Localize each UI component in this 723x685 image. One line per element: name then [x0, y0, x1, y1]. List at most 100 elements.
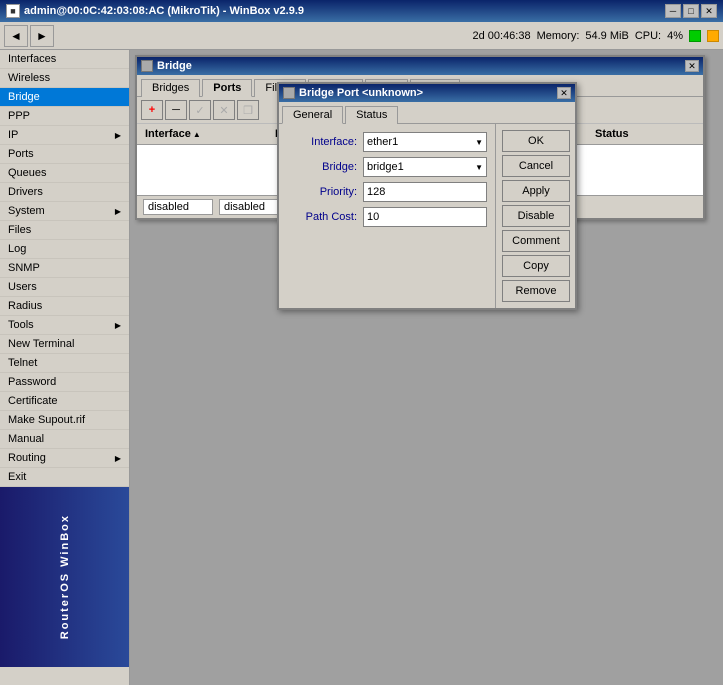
sidebar-item-ip[interactable]: IP ▶: [0, 126, 129, 145]
sidebar-item-radius[interactable]: Radius: [0, 297, 129, 316]
bridge-label: Bridge:: [287, 161, 357, 173]
sidebar-item-label: Tools: [8, 319, 34, 331]
apply-button[interactable]: Apply: [502, 180, 570, 202]
close-button[interactable]: ✕: [701, 4, 717, 18]
sidebar-item-label: Drivers: [8, 186, 43, 198]
sidebar-item-new-terminal[interactable]: New Terminal: [0, 335, 129, 354]
brand-area: RouterOS WinBox: [0, 487, 129, 667]
sidebar-item-label: Queues: [8, 167, 47, 179]
copy-button[interactable]: ❒: [237, 100, 259, 120]
sidebar-item-label: Radius: [8, 300, 42, 312]
interface-label: Interface:: [287, 136, 357, 148]
sidebar-arrow-tools: ▶: [115, 321, 121, 330]
sidebar-item-label: IP: [8, 129, 18, 141]
disable-button[interactable]: Disable: [502, 205, 570, 227]
sidebar-item-label: Exit: [8, 471, 26, 483]
sidebar-item-label: Log: [8, 243, 26, 255]
sidebar-item-label: Make Supout.rif: [8, 414, 85, 426]
sidebar-item-exit[interactable]: Exit: [0, 468, 129, 487]
modal-tabs: General Status: [279, 102, 575, 124]
bridge-row: Bridge: bridge1 ▼: [287, 157, 487, 177]
led-green: [689, 30, 701, 42]
ok-button[interactable]: OK: [502, 130, 570, 152]
title-bar: ■ admin@00:0C:42:03:08:AC (MikroTik) - W…: [0, 0, 723, 22]
bridge-window-title: Bridge: [157, 60, 192, 72]
sidebar-item-ports[interactable]: Ports: [0, 145, 129, 164]
sidebar-item-password[interactable]: Password: [0, 373, 129, 392]
sidebar-arrow-ip: ▶: [115, 131, 121, 140]
modal-close-button[interactable]: ✕: [557, 87, 571, 99]
bridge-select[interactable]: bridge1 ▼: [363, 157, 487, 177]
sidebar-arrow-system: ▶: [115, 207, 121, 216]
interface-value: ether1: [367, 136, 398, 148]
pathcost-row: Path Cost: 10: [287, 207, 487, 227]
sidebar-item-label: Interfaces: [8, 53, 56, 65]
sidebar-item-make-supout[interactable]: Make Supout.rif: [0, 411, 129, 430]
modal-tab-status[interactable]: Status: [345, 106, 398, 124]
tab-bridges[interactable]: Bridges: [141, 79, 200, 97]
cross-button[interactable]: ✕: [213, 100, 235, 120]
sidebar-item-routing[interactable]: Routing ▶: [0, 449, 129, 468]
sidebar-item-label: Ports: [8, 148, 34, 160]
bridge-window-close[interactable]: ✕: [685, 60, 699, 72]
cancel-button[interactable]: Cancel: [502, 155, 570, 177]
sidebar-item-label: System: [8, 205, 45, 217]
priority-value: 128: [367, 186, 385, 198]
bridge-window-titlebar: Bridge ✕: [137, 57, 703, 75]
sidebar-item-label: Users: [8, 281, 37, 293]
remove-button[interactable]: ─: [165, 100, 187, 120]
main-layout: Interfaces Wireless Bridge PPP IP ▶ Port…: [0, 50, 723, 685]
memory-label: Memory:: [537, 30, 580, 42]
sidebar-item-label: Bridge: [8, 91, 40, 103]
sidebar-item-drivers[interactable]: Drivers: [0, 183, 129, 202]
th-interface[interactable]: Interface ▲: [141, 126, 271, 142]
bridge-port-modal: Bridge Port <unknown> ✕ General Status I…: [277, 82, 577, 310]
check-button[interactable]: ✓: [189, 100, 211, 120]
app-icon: ■: [6, 4, 20, 18]
sidebar-item-label: Password: [8, 376, 56, 388]
sidebar-item-queues[interactable]: Queues: [0, 164, 129, 183]
priority-row: Priority: 128: [287, 182, 487, 202]
interface-select[interactable]: ether1 ▼: [363, 132, 487, 152]
sidebar-item-system[interactable]: System ▶: [0, 202, 129, 221]
th-status[interactable]: Status: [591, 126, 699, 142]
sidebar-item-users[interactable]: Users: [0, 278, 129, 297]
sidebar-item-telnet[interactable]: Telnet: [0, 354, 129, 373]
add-button[interactable]: +: [141, 100, 163, 120]
back-button[interactable]: ◄: [4, 25, 28, 47]
sidebar-item-manual[interactable]: Manual: [0, 430, 129, 449]
bridge-value: bridge1: [367, 161, 404, 173]
pathcost-value: 10: [367, 211, 379, 223]
priority-input[interactable]: 128: [363, 182, 487, 202]
sidebar-item-log[interactable]: Log: [0, 240, 129, 259]
priority-label: Priority:: [287, 186, 357, 198]
sidebar-item-bridge[interactable]: Bridge: [0, 88, 129, 107]
maximize-button[interactable]: □: [683, 4, 699, 18]
sidebar-item-label: Certificate: [8, 395, 58, 407]
bridge-window-icon: [141, 60, 153, 72]
sidebar-item-files[interactable]: Files: [0, 221, 129, 240]
uptime-value: 2d 00:46:38: [472, 30, 530, 42]
modal-icon: [283, 87, 295, 99]
status-col1: disabled: [143, 199, 213, 215]
led-orange: [707, 30, 719, 42]
sidebar-item-tools[interactable]: Tools ▶: [0, 316, 129, 335]
tab-ports[interactable]: Ports: [202, 79, 252, 97]
main-content: Bridge ✕ Bridges Ports Filters Broute NA…: [130, 50, 723, 685]
copy-action-button[interactable]: Copy: [502, 255, 570, 277]
modal-tab-general[interactable]: General: [282, 106, 343, 124]
brand-label: RouterOS WinBox: [59, 514, 71, 639]
pathcost-input[interactable]: 10: [363, 207, 487, 227]
sidebar-item-interfaces[interactable]: Interfaces: [0, 50, 129, 69]
minimize-button[interactable]: ─: [665, 4, 681, 18]
sidebar-item-snmp[interactable]: SNMP: [0, 259, 129, 278]
comment-button[interactable]: Comment: [502, 230, 570, 252]
sidebar-item-wireless[interactable]: Wireless: [0, 69, 129, 88]
window-controls: ─ □ ✕: [665, 4, 717, 18]
sidebar-item-ppp[interactable]: PPP: [0, 107, 129, 126]
sidebar-arrow-routing: ▶: [115, 454, 121, 463]
remove-action-button[interactable]: Remove: [502, 280, 570, 302]
sidebar-item-certificate[interactable]: Certificate: [0, 392, 129, 411]
modal-content: Interface: ether1 ▼ Bridge: bridge1 ▼: [279, 124, 575, 308]
forward-button[interactable]: ►: [30, 25, 54, 47]
